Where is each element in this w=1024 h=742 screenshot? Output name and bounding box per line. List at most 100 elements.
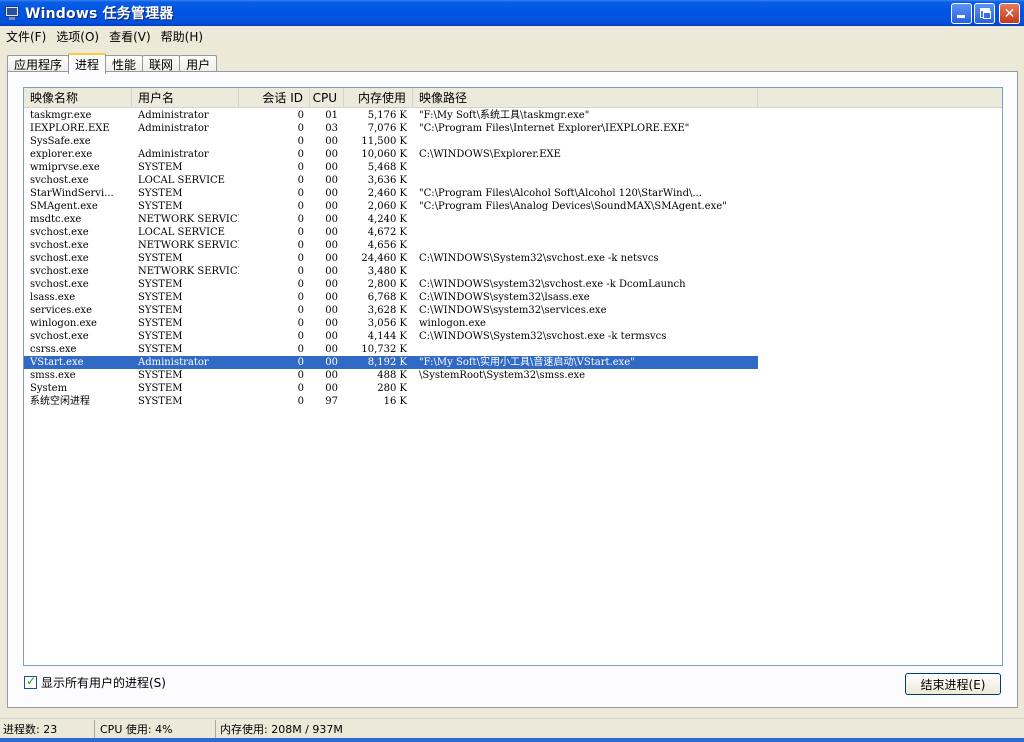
close-button[interactable]: ✕ — [999, 3, 1020, 24]
title-bar[interactable]: Windows 任务管理器 ✕ — [0, 0, 1024, 26]
status-bar: 进程数: 23 CPU 使用: 4% 内存使用: 208M / 937M — [0, 718, 1024, 738]
table-row[interactable]: svchost.exe NETWORK SERVICE 0 00 4,656 K — [24, 239, 1002, 252]
table-row[interactable]: SMAgent.exe SYSTEM 0 00 2,060 K "C:\Program F… — [24, 200, 1002, 213]
cell-image-name: IEXPLORE.EXE — [30, 123, 110, 134]
cell-session-id: 0 — [297, 279, 304, 290]
table-row[interactable]: services.exe SYSTEM 0 00 3,628 K C:\WINDOWS\s… — [24, 304, 1002, 317]
cell-session-id: 0 — [297, 162, 304, 173]
process-list[interactable]: 映像名称 用户名 会话 ID CPU 内存使用 映像路径 taskmgr.exe… — [23, 87, 1003, 666]
menu-file[interactable]: 文件(F) — [2, 26, 50, 47]
menu-view[interactable]: 查看(V) — [105, 26, 155, 47]
column-header-session-id[interactable]: 会话 ID — [239, 88, 310, 107]
cell-user-name: SYSTEM — [138, 292, 183, 303]
cell-cpu: 00 — [325, 318, 338, 329]
show-all-users-option[interactable]: ✓ 显示所有用户的进程(S) — [24, 674, 166, 691]
cell-image-name: System — [30, 383, 68, 394]
cell-image-name: msdtc.exe — [30, 214, 82, 225]
table-row[interactable]: svchost.exe NETWORK SERVICE 0 00 3,480 K — [24, 265, 1002, 278]
cell-image-path: C:\WINDOWS\Explorer.EXE — [419, 149, 561, 160]
tab-processes[interactable]: 进程 — [68, 53, 107, 74]
table-row[interactable]: 系统空闲进程 SYSTEM 0 97 16 K — [24, 395, 1002, 408]
cell-image-name: taskmgr.exe — [30, 110, 92, 121]
cell-memory: 7,076 K — [367, 123, 407, 134]
cell-image-path: "F:\My Soft\系统工具\taskmgr.exe" — [419, 110, 590, 121]
table-row[interactable]: System SYSTEM 0 00 280 K — [24, 382, 1002, 395]
cell-user-name: SYSTEM — [138, 331, 183, 342]
taskbar-strip — [0, 738, 1024, 742]
cell-cpu: 00 — [325, 292, 338, 303]
cell-memory: 10,060 K — [361, 149, 407, 160]
cell-image-name: svchost.exe — [30, 331, 89, 342]
table-row[interactable]: wmiprvse.exe SYSTEM 0 00 5,468 K — [24, 161, 1002, 174]
minimize-button[interactable] — [951, 3, 972, 24]
cell-image-path: "C:\Program Files\Alcohol Soft\Alcohol 1… — [419, 188, 702, 199]
table-row[interactable]: csrss.exe SYSTEM 0 00 10,732 K — [24, 343, 1002, 356]
column-header-user-name[interactable]: 用户名 — [132, 88, 239, 107]
column-header-memory[interactable]: 内存使用 — [344, 88, 413, 107]
cell-cpu: 01 — [325, 110, 338, 121]
cell-user-name: SYSTEM — [138, 305, 183, 316]
cell-image-name: SysSafe.exe — [30, 136, 91, 147]
status-cpu-usage: CPU 使用: 4% — [95, 719, 216, 738]
table-row[interactable]: lsass.exe SYSTEM 0 00 6,768 K C:\WINDOWS\syst… — [24, 291, 1002, 304]
column-header-image-path[interactable]: 映像路径 — [413, 88, 758, 107]
column-header-cpu[interactable]: CPU — [310, 88, 344, 107]
checkmark-icon: ✓ — [26, 674, 37, 688]
menu-options[interactable]: 选项(O) — [52, 26, 103, 47]
table-row[interactable]: taskmgr.exe Administrator 0 01 5,176 K "F:\My… — [24, 109, 1002, 122]
table-row[interactable]: svchost.exe LOCAL SERVICE 0 00 3,636 K — [24, 174, 1002, 187]
cell-image-name: svchost.exe — [30, 227, 89, 238]
cell-image-path — [413, 213, 758, 226]
table-row[interactable]: StarWindServi... SYSTEM 0 00 2,460 K "C:\Prog… — [24, 187, 1002, 200]
cell-image-name: SMAgent.exe — [30, 201, 98, 212]
cell-user-name: NETWORK SERVICE — [138, 240, 239, 251]
cell-session-id: 0 — [297, 318, 304, 329]
column-header-image-name[interactable]: 映像名称 — [24, 88, 132, 107]
cell-cpu: 00 — [325, 201, 338, 212]
cell-memory: 3,636 K — [367, 175, 407, 186]
task-manager-icon[interactable] — [4, 5, 20, 21]
cell-session-id: 0 — [239, 356, 310, 369]
show-all-users-checkbox[interactable]: ✓ — [24, 674, 37, 689]
menu-help[interactable]: 帮助(H) — [157, 26, 207, 47]
table-row[interactable]: IEXPLORE.EXE Administrator 0 03 7,076 K "C:\P… — [24, 122, 1002, 135]
cell-memory: 2,460 K — [367, 188, 407, 199]
cell-session-id: 0 — [297, 253, 304, 264]
table-row[interactable]: SysSafe.exe 0 00 11,500 K — [24, 135, 1002, 148]
table-row[interactable]: explorer.exe Administrator 0 00 10,060 K C:\W… — [24, 148, 1002, 161]
table-row[interactable]: svchost.exe SYSTEM 0 00 24,460 K C:\WINDOWS\S… — [24, 252, 1002, 265]
cell-cpu: 00 — [325, 370, 338, 381]
cell-memory: 10,732 K — [361, 344, 407, 355]
cell-user-name: NETWORK SERVICE — [138, 214, 239, 225]
table-row[interactable]: svchost.exe SYSTEM 0 00 4,144 K C:\WINDOWS\Sy… — [24, 330, 1002, 343]
table-row[interactable]: VStart.exe Administrator 0 00 8,192 K "F:\My … — [24, 356, 1002, 369]
cell-memory: 2,800 K — [367, 279, 407, 290]
cell-image-path: C:\WINDOWS\system32\lsass.exe — [419, 292, 590, 303]
table-row[interactable]: smss.exe SYSTEM 0 00 488 K \SystemRoot\System… — [24, 369, 1002, 382]
cell-session-id: 0 — [297, 175, 304, 186]
table-row[interactable]: msdtc.exe NETWORK SERVICE 0 00 4,240 K — [24, 213, 1002, 226]
cell-cpu: 00 — [325, 149, 338, 160]
cell-cpu: 00 — [325, 344, 338, 355]
table-row[interactable]: svchost.exe LOCAL SERVICE 0 00 4,672 K — [24, 226, 1002, 239]
cell-image-name: csrss.exe — [30, 344, 77, 355]
restore-button[interactable] — [974, 3, 995, 24]
status-process-count: 进程数: 23 — [0, 719, 95, 738]
cell-user-name: SYSTEM — [138, 253, 183, 264]
cell-image-path: "C:\Program Files\Analog Devices\SoundMA… — [419, 201, 727, 212]
cell-memory: 5,176 K — [367, 110, 407, 121]
cell-image-path — [413, 395, 758, 408]
cell-image-name: svchost.exe — [30, 279, 89, 290]
menu-bar: 文件(F) 选项(O) 查看(V) 帮助(H) — [0, 26, 1024, 46]
cell-cpu: 00 — [325, 253, 338, 264]
cell-session-id: 0 — [297, 123, 304, 134]
cell-image-path — [413, 239, 758, 252]
window-title: Windows 任务管理器 — [25, 6, 174, 22]
cell-memory: 4,240 K — [367, 214, 407, 225]
cell-image-name: svchost.exe — [30, 253, 89, 264]
table-row[interactable]: svchost.exe SYSTEM 0 00 2,800 K C:\WINDOWS\sy… — [24, 278, 1002, 291]
cell-session-id: 0 — [297, 370, 304, 381]
table-row[interactable]: winlogon.exe SYSTEM 0 00 3,056 Kwinlogon.exe — [24, 317, 1002, 330]
cell-image-name: winlogon.exe — [30, 318, 97, 329]
end-process-button[interactable]: 结束进程(E) — [905, 673, 1001, 695]
